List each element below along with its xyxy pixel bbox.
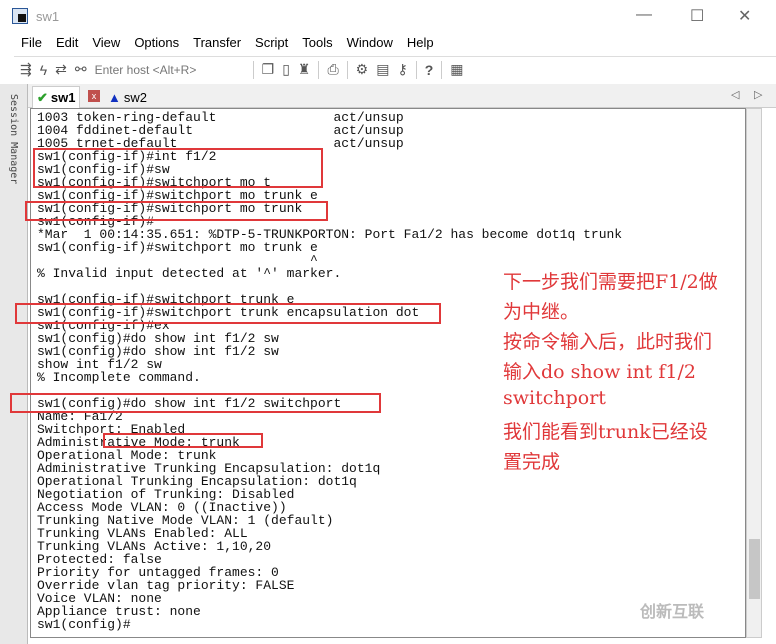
highlight-box (25, 201, 328, 221)
toolbar: ⇶ ϟ ⇄ ⚯ Enter host <Alt+R> ❐ ▯ ♜ ⎙ ⚙ ▤ ⚷… (14, 56, 776, 82)
terminal-line: % Incomplete command. (37, 370, 201, 385)
annotation-line: 按命令输入后，此时我们 (503, 331, 713, 353)
annotation-line: 我们能看到trunk已经设 (503, 421, 708, 443)
copy-icon[interactable]: ❐ (262, 61, 275, 78)
tab-bar: ✔ sw1 x ▲ sw2 ◁ ▷ (28, 84, 776, 108)
highlight-box (10, 393, 381, 413)
menu-transfer[interactable]: Transfer (186, 32, 248, 54)
paste-icon[interactable]: ▯ (282, 61, 290, 78)
scrollbar-thumb[interactable] (749, 539, 760, 599)
annotation-line: 输入do show int f1/2 (503, 361, 696, 383)
highlight-box (15, 303, 441, 324)
menu-tools[interactable]: Tools (295, 32, 339, 54)
tab-label: sw1 (50, 90, 76, 105)
keymap-icon[interactable]: ▤ (376, 61, 389, 78)
maximize-button[interactable]: ☐ (690, 6, 704, 26)
check-icon: ✔ (37, 89, 48, 105)
annotation-line: 为中继。 (503, 301, 580, 323)
scrollbar[interactable] (746, 108, 762, 638)
separator (252, 60, 254, 79)
annotation-line: 下一步我们需要把F1/2做 (503, 271, 718, 293)
tab-next-icon[interactable]: ▷ (754, 88, 762, 101)
menu-bar: File Edit View Options Transfer Script T… (14, 32, 441, 54)
terminal-line: % Invalid input detected at '^' marker. (37, 266, 342, 281)
watermark: 创新互联 (640, 604, 705, 621)
menu-script[interactable]: Script (248, 32, 295, 54)
session-manager-label: Session Manager (8, 94, 19, 185)
menu-edit[interactable]: Edit (49, 32, 85, 54)
highlight-box (33, 148, 323, 188)
reconnect-icon[interactable]: ⇄ (55, 61, 67, 78)
highlight-box (103, 433, 263, 448)
tab-sw2[interactable]: ▲ sw2 (104, 86, 151, 108)
separator (441, 60, 443, 79)
menu-file[interactable]: File (14, 32, 49, 54)
print-icon[interactable]: ⎙ (327, 61, 338, 78)
separator (318, 60, 320, 79)
key-icon[interactable]: ⚷ (397, 61, 407, 78)
title-bar: sw1 — ☐ ✕ (0, 0, 776, 32)
disconnect-icon[interactable]: ⚯ (75, 61, 87, 78)
separator (346, 60, 348, 79)
tab-sw1[interactable]: ✔ sw1 (32, 86, 81, 108)
annotation-line: 置完成 (503, 451, 561, 473)
host-input[interactable]: Enter host <Alt+R> (95, 63, 245, 77)
menu-help[interactable]: Help (400, 32, 441, 54)
close-tab-icon[interactable]: x (88, 90, 100, 102)
session-manager-panel[interactable]: Session Manager (0, 84, 28, 644)
tab-prev-icon[interactable]: ◁ (731, 88, 739, 101)
annotation-line: switchport (503, 387, 606, 409)
warning-icon: ▲ (108, 89, 121, 105)
connect-icon[interactable]: ⇶ (20, 61, 32, 78)
menu-view[interactable]: View (85, 32, 127, 54)
help-icon[interactable]: ? (425, 62, 434, 78)
window-title: sw1 (36, 9, 60, 24)
sftp-icon[interactable]: ▦ (450, 61, 463, 78)
close-button[interactable]: ✕ (738, 6, 751, 26)
tab-label: sw2 (123, 89, 147, 105)
app-icon (12, 8, 28, 24)
menu-options[interactable]: Options (127, 32, 186, 54)
minimize-button[interactable]: — (636, 6, 652, 24)
separator (415, 60, 417, 79)
settings-icon[interactable]: ⚙ (356, 61, 369, 78)
terminal-line: sw1(config)# (37, 617, 131, 632)
menu-window[interactable]: Window (340, 32, 400, 54)
find-icon[interactable]: ♜ (298, 61, 311, 78)
quick-connect-icon[interactable]: ϟ (40, 62, 47, 78)
